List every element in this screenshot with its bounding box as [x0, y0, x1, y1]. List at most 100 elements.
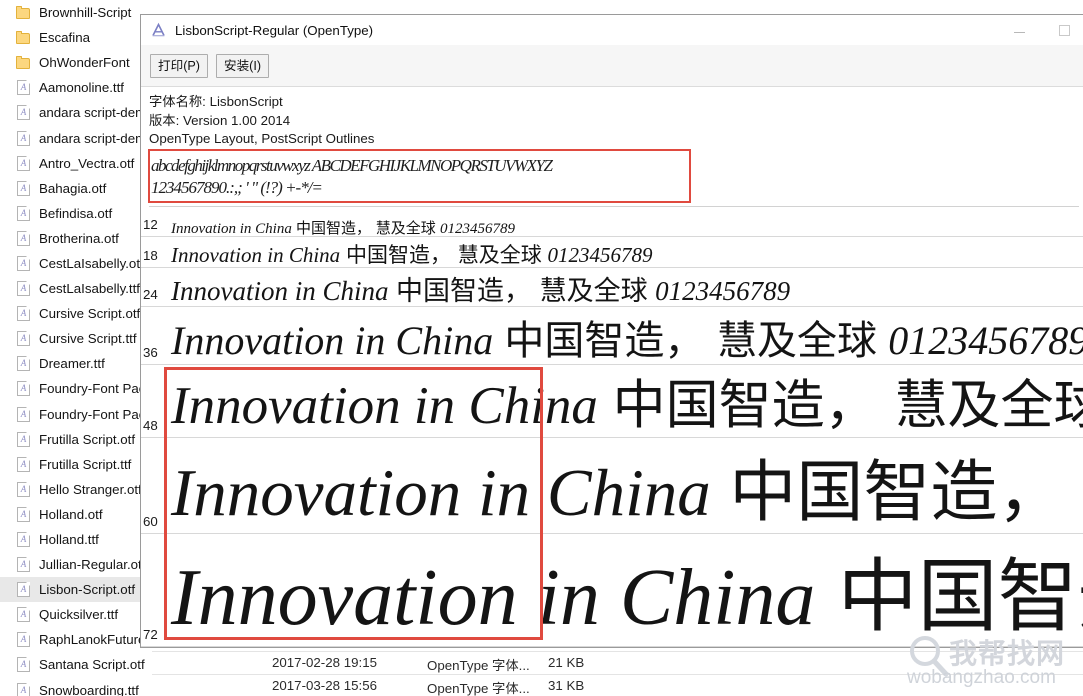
cell-type: OpenType 字体... — [427, 658, 530, 673]
cell-size: 21 KB — [548, 655, 585, 670]
sample-text: Innovation in China 中国智造， 慧及全球 012345678… — [171, 269, 791, 307]
sample-size-label: 36 — [143, 344, 158, 360]
list-item[interactable]: Brotherina.otf — [0, 226, 152, 251]
print-button[interactable]: 打印(P) — [150, 53, 208, 78]
sample-text-latin: Innovation in China — [171, 220, 292, 237]
sample-row: 24 Innovation in China 中国智造， 慧及全球 0123456… — [141, 268, 1083, 307]
window-title: LisbonScript-Regular (OpenType) — [175, 22, 374, 38]
title-bar: LisbonScript-Regular (OpenType) — [141, 14, 1083, 45]
list-item[interactable]: andara script-demo — [0, 100, 154, 125]
sample-size-label: 60 — [143, 513, 158, 529]
font-file-icon — [17, 456, 30, 472]
list-item[interactable]: Cursive Script.ttf — [0, 326, 152, 351]
cell-size: 31 KB — [548, 678, 585, 693]
file-name-label: Hello Stranger.otf — [39, 481, 142, 497]
cell-date: 2017-03-28 15:56 — [272, 678, 377, 693]
file-name-label: Lisbon-Script.otf — [39, 582, 136, 598]
list-item[interactable]: Jullian-Regular.otf — [0, 552, 152, 577]
sample-text-han: 中国智造， 慧及全球 — [346, 242, 542, 267]
sample-row: 60 Innovation in China 中国智造， 慧及全球 0123456… — [141, 438, 1083, 534]
sample-text-latin: Innovation in China — [171, 553, 816, 642]
sample-text-latin: Innovation in China — [171, 242, 341, 267]
font-file-icon — [17, 205, 30, 221]
file-name-label: andara script-demo — [39, 105, 154, 121]
list-item[interactable]: Holland.otf — [0, 502, 152, 527]
list-item[interactable]: Foundry-Font Pack. — [0, 376, 156, 401]
file-name-label: Cursive Script.otf — [39, 306, 141, 322]
font-file-list[interactable]: Brownhill-Script Escafina OhWonderFont Aamo… — [0, 0, 157, 696]
install-button[interactable]: 安装(I) — [215, 53, 270, 78]
sample-size-label: 24 — [143, 286, 158, 302]
list-item[interactable]: Aamonoline.ttf — [0, 75, 152, 100]
cell-date: 2017-02-28 19:15 — [272, 655, 377, 670]
font-file-icon — [17, 331, 30, 347]
list-item[interactable]: OhWonderFont — [0, 50, 152, 75]
sample-size-label: 12 — [143, 216, 158, 232]
list-item[interactable]: Escafina — [0, 25, 152, 50]
list-item[interactable]: Foundry-Font Pack. — [0, 402, 156, 427]
row-separator — [152, 651, 1083, 652]
sample-row: 72 Innovation in China 中国智造， 慧及全球 0123456… — [141, 534, 1083, 647]
list-item[interactable]: Frutilla Script.ttf — [0, 452, 152, 477]
charset-line-digits: 1234567890.:,; ' " (!?) +-*/= — [151, 177, 323, 197]
list-item[interactable]: andara script-demo — [0, 125, 154, 150]
minimize-button[interactable] — [997, 15, 1042, 46]
font-file-icon — [17, 632, 30, 648]
sample-row: 36 Innovation in China 中国智造， 慧及全球 0123456… — [141, 307, 1083, 365]
list-item[interactable]: Bahagia.otf — [0, 176, 152, 201]
font-file-icon — [17, 130, 30, 146]
font-file-icon — [17, 657, 30, 673]
list-item[interactable]: Cursive Script.otf — [0, 301, 152, 326]
list-item[interactable]: Holland.ttf — [0, 527, 152, 552]
font-file-icon — [17, 682, 30, 696]
list-item[interactable]: Snowboarding.ttf — [0, 678, 152, 696]
file-name-label: Bahagia.otf — [39, 180, 107, 196]
list-item[interactable]: Antro_Vectra.otf — [0, 151, 152, 176]
list-item[interactable]: Hello Stranger.otf — [0, 477, 152, 502]
list-item[interactable]: Lisbon-Script.otf — [0, 577, 152, 603]
charset-line-alphabet: abcdefghijklmnopqrstuvwxyz ABCDEFGHIJKLM… — [151, 155, 553, 175]
sample-row: 12 Innovation in China 中国智造， 慧及全球 0123456… — [141, 209, 1083, 237]
sample-text: Innovation in China 中国智造， 慧及全球 012345678… — [171, 365, 1083, 437]
list-item[interactable]: CestLaIsabelly.ttf — [0, 276, 152, 301]
list-item[interactable]: Frutilla Script.otf — [0, 427, 152, 452]
list-item[interactable]: Quicksilver.ttf — [0, 602, 152, 627]
sample-text: Innovation in China 中国智造， 慧及全球 012345678… — [171, 534, 1083, 646]
screenshot-root: Brownhill-Script Escafina OhWonderFont Aamo… — [0, 0, 1083, 696]
file-name-label: Jullian-Regular.otf — [39, 557, 146, 573]
sample-size-label: 18 — [143, 247, 158, 263]
list-item[interactable]: Santana Script.otf — [0, 652, 152, 677]
font-metadata: 字体名称: LisbonScript 版本: Version 1.00 2014… — [141, 87, 1083, 151]
character-set-preview: abcdefghijklmnopqrstuvwxyz ABCDEFGHIJKLM… — [149, 154, 1079, 207]
font-file-icon — [17, 255, 30, 271]
folder-icon — [16, 55, 32, 71]
list-item[interactable]: Befindisa.otf — [0, 201, 152, 226]
file-name-label: Dreamer.ttf — [39, 356, 105, 372]
file-name-label: Escafina — [39, 30, 90, 46]
font-format-line: OpenType Layout, PostScript Outlines — [149, 131, 375, 147]
font-file-icon — [17, 105, 30, 121]
sample-text-han: 中国智造， 慧及全球 — [837, 549, 1083, 643]
file-name-label: RaphLanokFuture.o — [39, 632, 157, 648]
file-name-label: CestLaIsabelly.otf — [39, 255, 144, 271]
font-file-icon — [17, 532, 30, 548]
sample-size-label: 72 — [143, 626, 158, 642]
list-item[interactable]: Dreamer.ttf — [0, 351, 152, 376]
file-name-label: Brownhill-Script — [39, 5, 132, 21]
list-item[interactable]: CestLaIsabelly.otf — [0, 251, 152, 276]
sample-text-latin: Innovation in China — [171, 275, 389, 306]
list-item[interactable]: Brownhill-Script — [0, 0, 152, 25]
sample-text-han: 中国智造， 慧及全球 — [504, 317, 878, 364]
font-file-icon — [17, 281, 30, 297]
maximize-button[interactable] — [1042, 15, 1083, 46]
sample-text-digits: 0123456789 — [655, 275, 791, 306]
file-name-label: Cursive Script.ttf — [39, 331, 137, 347]
sample-text-digits: 0123456789 — [888, 317, 1083, 363]
file-name-label: Antro_Vectra.otf — [39, 155, 135, 171]
sample-text: Innovation in China 中国智造， 慧及全球 012345678… — [171, 217, 515, 237]
file-name-label: Brotherina.otf — [39, 230, 119, 246]
sample-text-han: 中国智造， 慧及全球 — [396, 275, 648, 307]
font-file-icon — [17, 155, 30, 171]
list-item[interactable]: RaphLanokFuture.o — [0, 627, 157, 652]
file-name-label: Befindisa.otf — [39, 205, 113, 221]
